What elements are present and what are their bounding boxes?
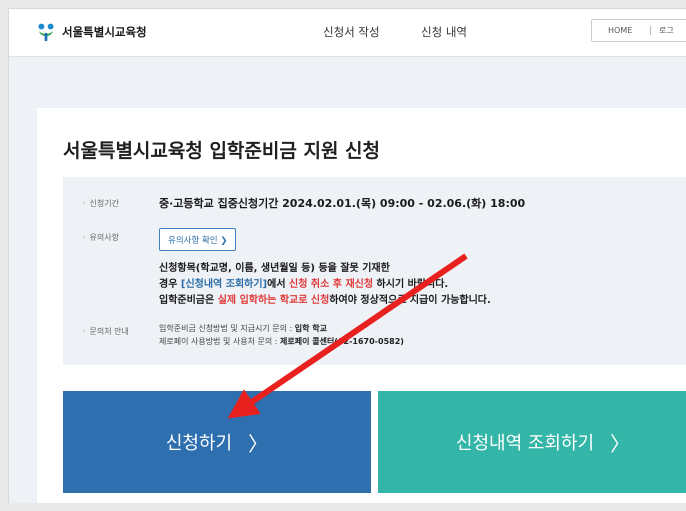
notice-label: 유의사항 <box>83 232 119 243</box>
contact-text: 입학준비금 신청방법 및 지급시기 문의 : 입학 학교 제로페이 사용방법 및… <box>159 322 404 348</box>
notice-line-1: 신청항목(학교명, 이름, 생년월일 등) 등을 잘못 기재한 <box>159 263 390 274</box>
notice-check-button[interactable]: 유의사항 확인 ❯ <box>159 228 237 251</box>
period-label: 신청기간 <box>83 198 119 209</box>
util-divider <box>650 26 651 35</box>
nav-apply-form[interactable]: 신청서 작성 <box>323 24 380 40</box>
period-text: 중·고등학교 집중신청기간 2024.02.01.(목) 09:00 - 02.… <box>159 197 526 210</box>
seoul-logo-icon <box>38 23 54 42</box>
site-header: 서울특별시교육청 신청서 작성 신청 내역 HOME 로그 <box>9 9 686 57</box>
notice-line-3: 입학준비금은 실제 입학하는 학교로 신청하여야 정상적으로 지급이 가능합니다… <box>159 295 491 306</box>
apply-button[interactable]: 신청하기 〉 <box>63 391 371 493</box>
history-button-label: 신청내역 조회하기 <box>455 433 595 454</box>
notice-line-2: 경우 [신청내역 조회하기]에서 신청 취소 후 재신청 하시기 바랍니다. <box>159 279 449 290</box>
browser-viewport: 서울특별시교육청 신청서 작성 신청 내역 HOME 로그 서울특별시교육청 입… <box>8 8 686 503</box>
logo-text: 서울특별시교육청 <box>62 25 147 39</box>
contact-line-1: 입학준비금 신청방법 및 지급시기 문의 : 입학 학교 <box>159 324 327 333</box>
info-box: 신청기간 중·고등학교 집중신청기간 2024.02.01.(목) 09:00 … <box>63 177 686 365</box>
home-link[interactable]: HOME <box>592 26 650 35</box>
page-title: 서울특별시교육청 입학준비금 지원 신청 <box>63 140 381 162</box>
login-link[interactable]: 로그 <box>659 25 674 36</box>
util-menu: HOME 로그 <box>591 19 686 42</box>
notice-text: 신청항목(학교명, 이름, 생년월일 등) 등을 잘못 기재한 경우 [신청내역… <box>159 261 491 309</box>
main-card: 서울특별시교육청 입학준비금 지원 신청 신청기간 중·고등학교 집중신청기간 … <box>37 108 686 503</box>
contact-line-2: 제로페이 사용방법 및 사용처 문의 : 제로페이 콜센터(02-1670-05… <box>159 337 404 346</box>
chevron-right-icon: 〉 <box>610 431 631 456</box>
nav-apply-history[interactable]: 신청 내역 <box>421 24 467 40</box>
apply-button-label: 신청하기 <box>165 433 233 454</box>
chevron-right-icon: 〉 <box>248 431 269 456</box>
contact-label: 문의처 안내 <box>83 326 129 337</box>
history-lookup-button[interactable]: 신청내역 조회하기 〉 <box>378 391 686 493</box>
site-logo[interactable]: 서울특별시교육청 <box>35 21 147 43</box>
